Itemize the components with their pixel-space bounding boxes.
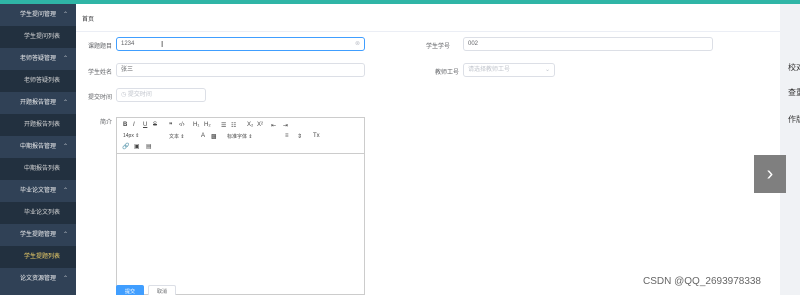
ordered-list-icon[interactable]: ☰ [221, 122, 226, 129]
topic-label: 课题题目 [87, 44, 112, 50]
main-content: 首页 课题题目 1234 I ⊗ 学生学号 002 学生姓名 张三 教师工号 请… [76, 4, 780, 295]
sidebar-item-label: 学生提题列表 [23, 254, 60, 260]
indent-left-icon[interactable]: ⇤ [271, 122, 276, 129]
chevron-up-icon: ⌃ [62, 144, 68, 150]
code-icon[interactable]: ‹/› [179, 122, 185, 128]
sidebar-item-thesis-list[interactable]: 毕业论文列表 [0, 202, 76, 224]
submit-time-label: 提交时间 [87, 95, 112, 101]
sidebar-item-resource-manage[interactable]: 论文资源管理 ⌃ [0, 268, 76, 290]
align-icon[interactable]: ≡ [285, 133, 289, 139]
chevron-up-icon: ⌃ [62, 56, 68, 62]
strike-icon[interactable]: S [153, 122, 157, 128]
teacher-no-placeholder: 请选择教师工号 [468, 67, 511, 73]
sidebar-item-label: 学生提题管理 [19, 232, 56, 238]
text-type-select[interactable]: 文本 ⇕ [169, 133, 185, 140]
student-no-input[interactable]: 002 [463, 37, 713, 51]
image-icon[interactable]: ▣ [134, 143, 140, 150]
breadcrumb[interactable]: 首页 [82, 14, 94, 23]
italic-icon[interactable]: I [133, 122, 135, 128]
superscript-icon[interactable]: X² [257, 122, 263, 128]
watermark: CSDN @QQ_2693978338 [643, 276, 761, 287]
sidebar-item-label: 中期报告管理 [19, 144, 56, 150]
sidebar-item-label: 学生提问列表 [23, 34, 60, 40]
video-icon[interactable]: ▤ [146, 143, 152, 150]
divider [76, 31, 780, 32]
teacher-no-select[interactable]: 请选择教师工号 ⌄ [463, 63, 555, 77]
sidebar-item-label: 论文资源管理 [19, 276, 56, 282]
sidebar-item-label: 老师答疑管理 [19, 56, 56, 62]
intro-label: 简介 [99, 120, 112, 126]
student-no-label: 学生学号 [425, 44, 450, 50]
subscript-icon[interactable]: X₂ [247, 122, 253, 128]
topic-input[interactable]: 1234 I ⊗ [116, 37, 365, 51]
underline-icon[interactable]: U [143, 122, 147, 128]
sidebar-item-question-manage[interactable]: 学生提问管理 ⌃ [0, 4, 76, 26]
edge-text-2: 查重 [788, 88, 800, 97]
sidebar: 学生提问管理 ⌃ 学生提问列表 老师答疑管理 ⌃ 老师答疑列表 开题报告管理 ⌃ 开题… [0, 4, 76, 295]
text-cursor-icon: I [161, 40, 164, 49]
edge-text-1: 校对 [788, 63, 800, 72]
teacher-no-label: 教师工号 [434, 70, 459, 76]
sidebar-item-midterm-manage[interactable]: 中期报告管理 ⌃ [0, 136, 76, 158]
quote-icon[interactable]: ❞ [169, 122, 173, 129]
clear-format-icon[interactable]: Tx [313, 133, 320, 139]
chevron-up-icon: ⌃ [62, 276, 68, 282]
student-no-value: 002 [468, 41, 479, 47]
edge-text-3: 作版 [788, 115, 800, 124]
sidebar-item-label: 中期报告列表 [23, 166, 60, 172]
clock-icon: ◷ [121, 92, 127, 98]
font-size-value: 14px [123, 133, 134, 139]
font-color-icon[interactable]: A [201, 133, 205, 139]
submit-time-picker[interactable]: ◷ 提交时间 [116, 88, 206, 102]
student-name-label: 学生姓名 [87, 70, 112, 76]
chevron-up-icon: ⌃ [62, 188, 68, 194]
chevron-down-icon: ⌄ [544, 67, 550, 73]
sidebar-item-question-list[interactable]: 学生提问列表 [0, 26, 76, 48]
editor-toolbar: B I U S ❞ ‹/› H₁ H₂ ☰ ☷ X₂ X² ⇤ ⇥ 14px ⇕… [117, 118, 364, 154]
submit-time-placeholder: 提交时间 [127, 92, 152, 98]
sidebar-item-topic-manage[interactable]: 学生提题管理 ⌃ [0, 224, 76, 246]
sidebar-item-label: 老师答疑列表 [23, 78, 60, 84]
clear-icon[interactable]: ⊗ [355, 38, 360, 50]
link-icon[interactable]: 🔗 [122, 143, 129, 150]
sidebar-item-answer-manage[interactable]: 老师答疑管理 ⌃ [0, 48, 76, 70]
sidebar-item-proposal-list[interactable]: 开题报告列表 [0, 114, 76, 136]
chevron-up-icon: ⌃ [62, 100, 68, 106]
submit-button[interactable]: 提交 [116, 285, 144, 295]
topic-value: 1234 [121, 41, 135, 47]
direction-icon[interactable]: ⇕ [297, 133, 302, 140]
font-size-select[interactable]: 14px ⇕ [123, 133, 139, 139]
sidebar-item-label: 毕业论文列表 [23, 210, 60, 216]
student-name-value: 张三 [121, 67, 134, 73]
sidebar-item-label: 学生提问管理 [19, 12, 56, 18]
cancel-button[interactable]: 取消 [148, 285, 176, 295]
sidebar-item-thesis-manage[interactable]: 毕业论文管理 ⌃ [0, 180, 76, 202]
sidebar-item-midterm-list[interactable]: 中期报告列表 [0, 158, 76, 180]
student-name-input[interactable]: 张三 [116, 63, 365, 77]
h2-icon[interactable]: H₂ [204, 122, 211, 128]
chevron-up-icon: ⌃ [62, 12, 68, 18]
background-color-icon[interactable]: ▩ [211, 133, 217, 140]
font-family-select[interactable]: 标准字体 ⇕ [227, 133, 253, 140]
sidebar-item-label: 毕业论文管理 [19, 188, 56, 194]
rich-text-editor[interactable]: B I U S ❞ ‹/› H₁ H₂ ☰ ☷ X₂ X² ⇤ ⇥ 14px ⇕… [116, 117, 365, 295]
sidebar-item-proposal-manage[interactable]: 开题报告管理 ⌃ [0, 92, 76, 114]
indent-right-icon[interactable]: ⇥ [283, 122, 288, 129]
chevron-up-icon: ⌃ [62, 232, 68, 238]
chevron-right-icon[interactable]: › [754, 155, 786, 193]
bullet-list-icon[interactable]: ☷ [231, 122, 236, 129]
sidebar-item-label: 开题报告列表 [23, 122, 60, 128]
sidebar-item-topic-list[interactable]: 学生提题列表 [0, 246, 76, 268]
sidebar-item-answer-list[interactable]: 老师答疑列表 [0, 70, 76, 92]
text-type-value: 文本 [169, 134, 180, 140]
h1-icon[interactable]: H₁ [193, 122, 199, 128]
sidebar-item-label: 开题报告管理 [19, 100, 56, 106]
bold-icon[interactable]: B [123, 122, 127, 128]
font-family-value: 标准字体 [227, 134, 248, 140]
